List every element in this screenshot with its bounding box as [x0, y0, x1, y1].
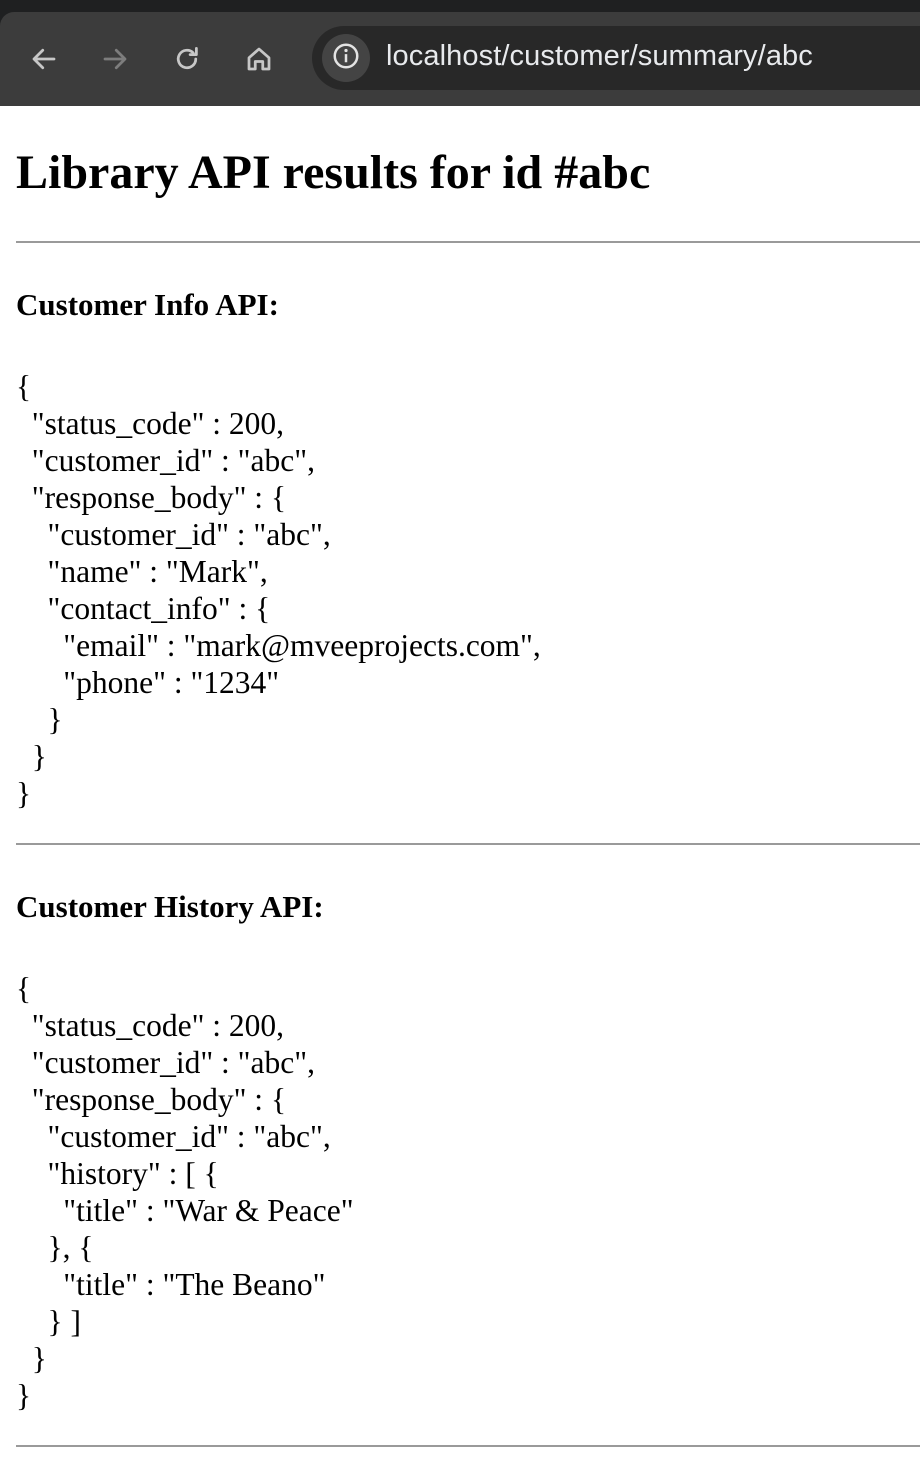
home-button[interactable]: [236, 36, 282, 82]
page-title: Library API results for id #abc: [16, 146, 651, 199]
customer-info-json: { "status_code" : 200, "customer_id" : "…: [16, 369, 541, 811]
home-icon: [244, 44, 274, 74]
customer-history-json: { "status_code" : 200, "customer_id" : "…: [16, 971, 354, 1413]
browser-toolbar: localhost/customer/summary/abc: [0, 12, 920, 106]
back-button[interactable]: [21, 36, 67, 82]
info-circle-icon: [331, 41, 361, 76]
reload-button[interactable]: [164, 36, 210, 82]
divider: [16, 1445, 920, 1447]
site-info-button[interactable]: [322, 34, 370, 82]
forward-button[interactable]: [92, 36, 138, 82]
reload-icon: [172, 44, 202, 74]
divider: [16, 241, 920, 243]
browser-chrome: localhost/customer/summary/abc: [0, 0, 920, 106]
arrow-right-icon: [100, 44, 130, 74]
divider: [16, 843, 920, 845]
url-text[interactable]: localhost/customer/summary/abc: [386, 40, 813, 73]
address-bar[interactable]: localhost/customer/summary/abc: [312, 26, 920, 90]
arrow-left-icon: [29, 44, 59, 74]
section-title-customer-history: Customer History API:: [16, 889, 324, 924]
section-title-customer-info: Customer Info API:: [16, 287, 279, 322]
